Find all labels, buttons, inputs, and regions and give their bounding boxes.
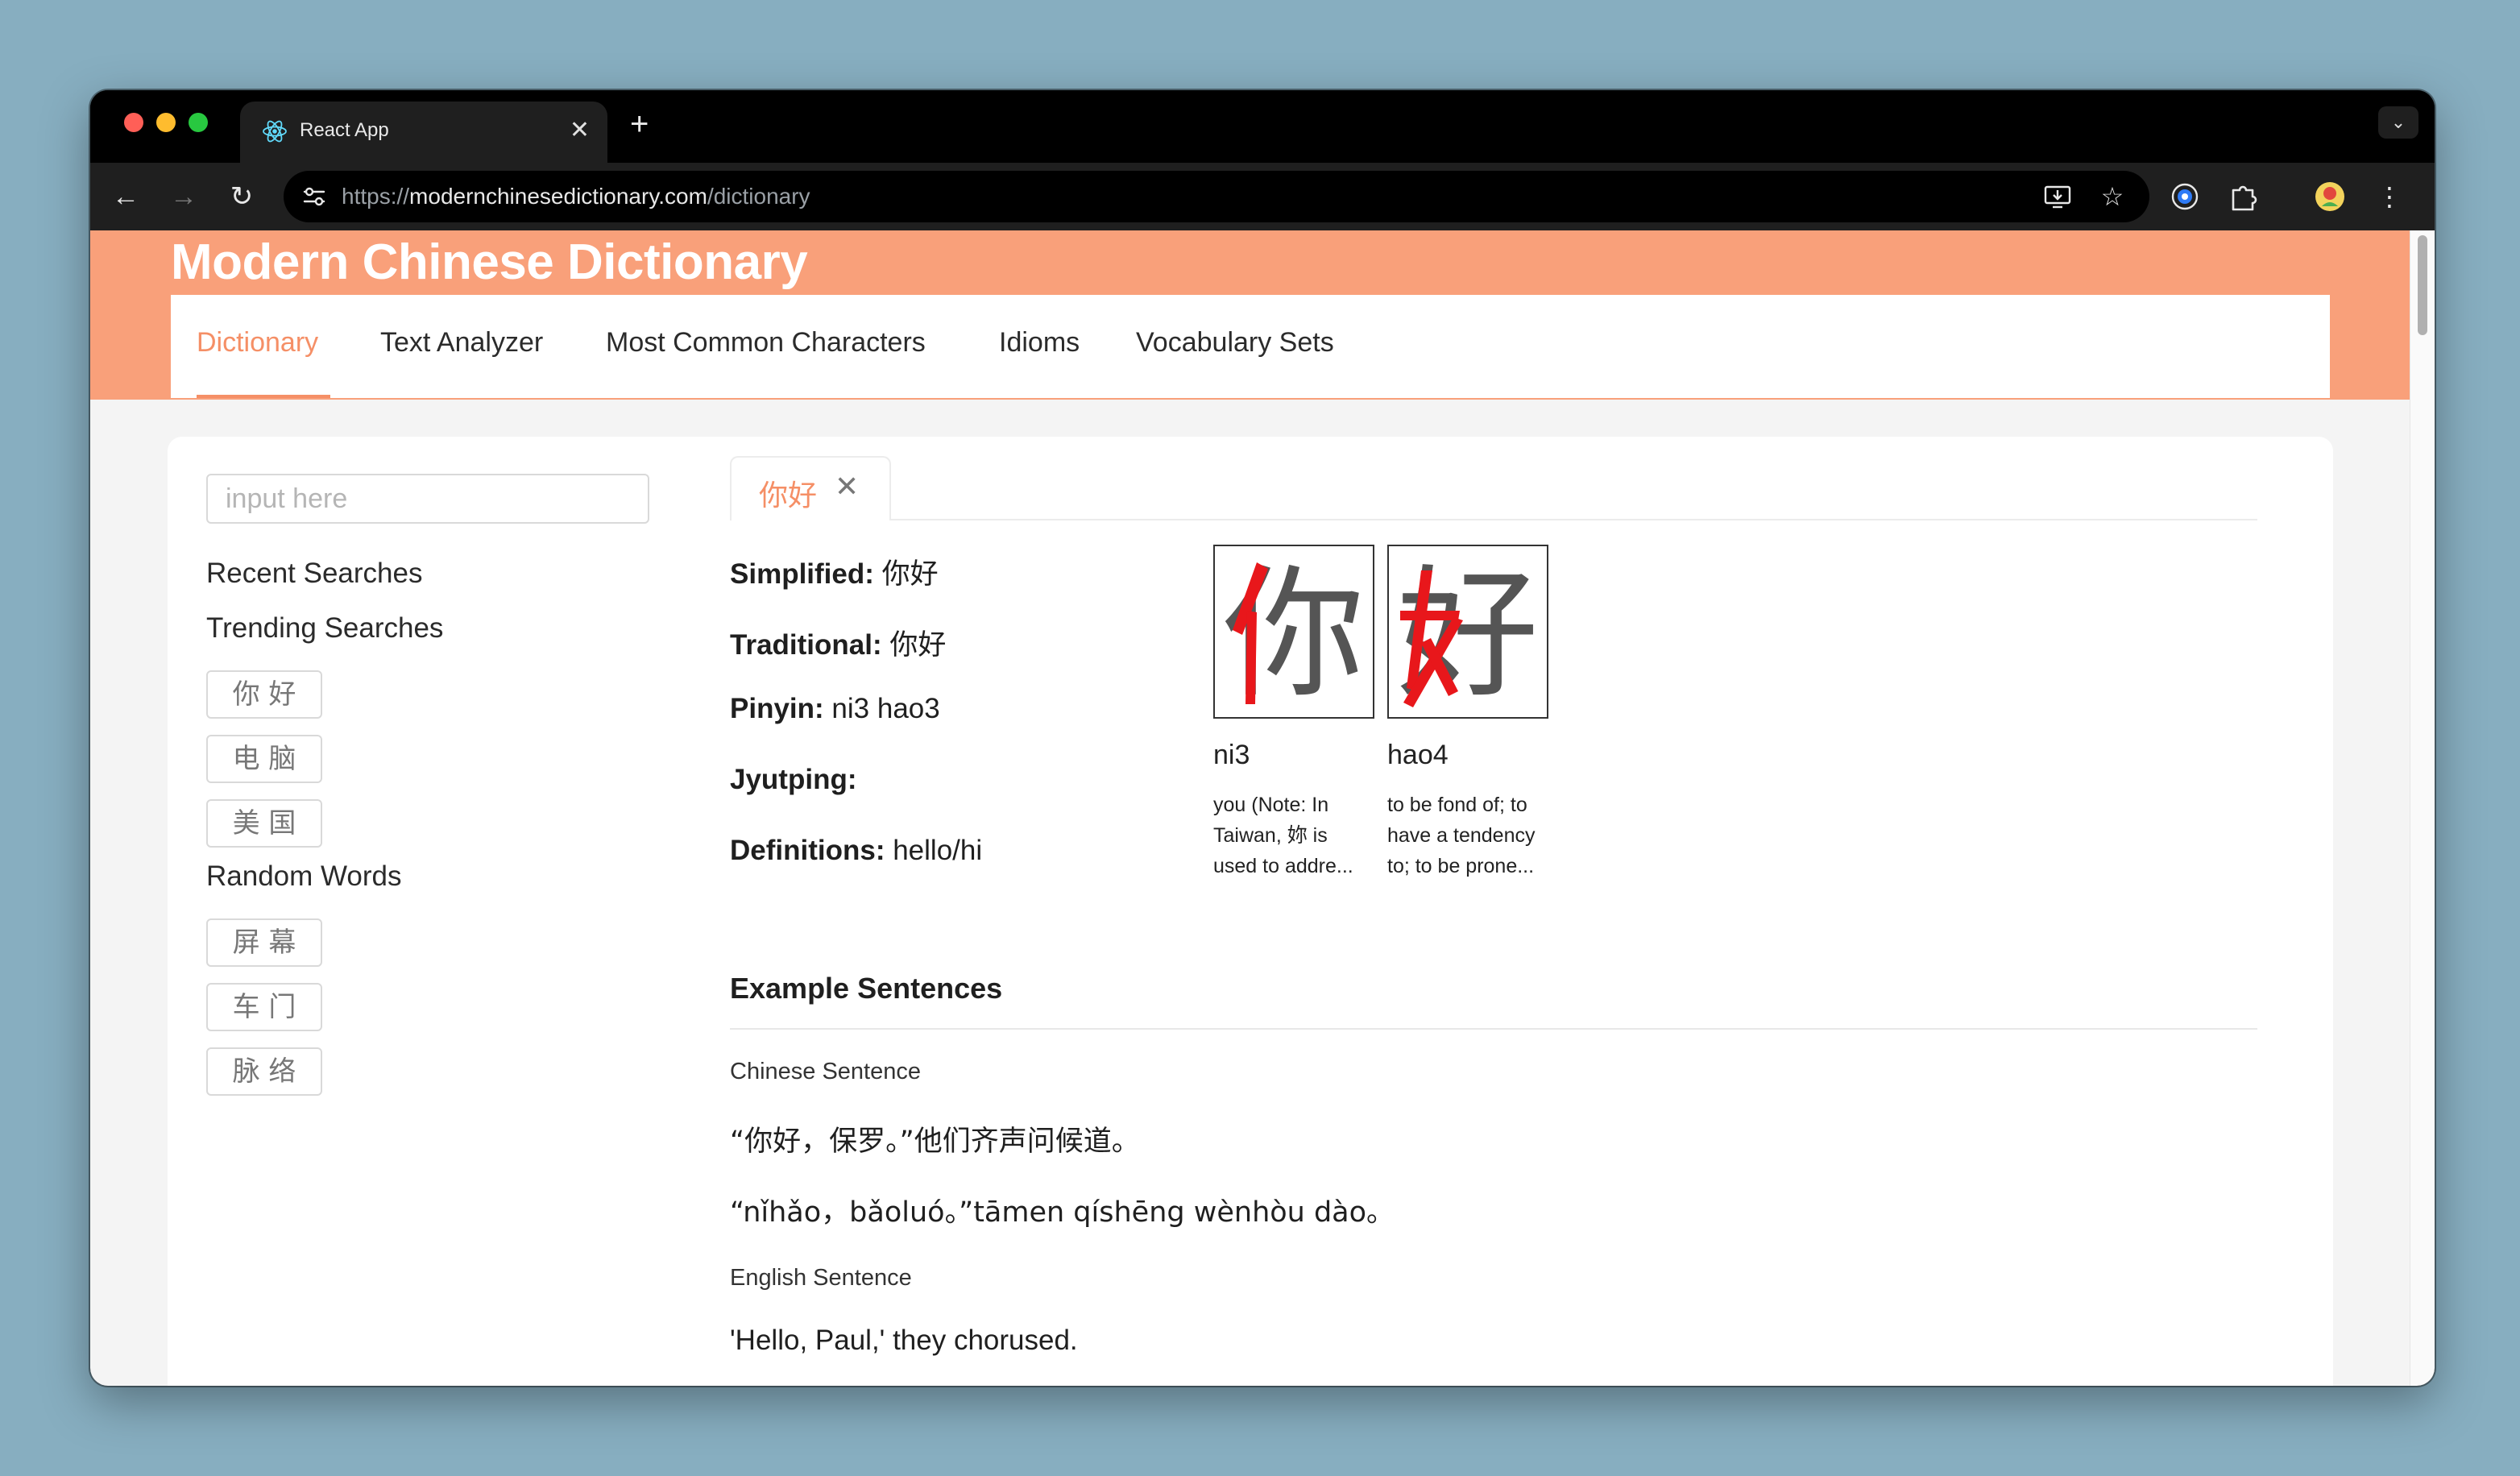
stroke-order-box[interactable]: 你 — [1213, 545, 1374, 719]
new-tab-plus-icon[interactable]: + — [630, 108, 649, 140]
trending-word-chip[interactable]: 电 脑 — [206, 735, 322, 783]
word-tab-label: 你好 — [759, 479, 818, 512]
recent-searches-heading: Recent Searches — [206, 558, 423, 589]
install-app-icon[interactable] — [2041, 180, 2074, 213]
react-favicon-icon — [263, 120, 287, 143]
extension-circle-icon[interactable] — [2166, 177, 2204, 216]
chinese-sentence-label: Chinese Sentence — [730, 1059, 921, 1084]
nav-vocabulary-sets[interactable]: Vocabulary Sets — [1136, 327, 1334, 359]
extensions-puzzle-icon[interactable] — [2224, 177, 2262, 216]
tab-close-icon[interactable]: ✕ — [570, 114, 590, 147]
close-window-button[interactable] — [124, 113, 143, 132]
definitions-label: Definitions: — [730, 835, 885, 866]
page-content: Modern Chinese Dictionary Dictionary Tex… — [90, 230, 2410, 1386]
character-definition: you (Note: In Taiwan, 妳 is used to addre… — [1213, 790, 1379, 881]
traditional-label: Traditional: — [730, 629, 882, 661]
tab-strip: React App ✕ + ⌄ — [90, 90, 2435, 163]
definition-line: used to addre... — [1213, 855, 1353, 877]
browser-window: React App ✕ + ⌄ ← → ↻ https://modernchin… — [90, 90, 2435, 1386]
english-sentence-label: English Sentence — [730, 1265, 912, 1291]
site-header: Modern Chinese Dictionary Dictionary Tex… — [90, 230, 2410, 400]
random-word-chip[interactable]: 车 门 — [206, 983, 322, 1031]
simplified-value: 你好 — [881, 558, 939, 591]
character-pinyin: ni3 — [1213, 740, 1250, 770]
nav-dictionary[interactable]: Dictionary — [197, 327, 318, 359]
pinyin-label: Pinyin: — [730, 693, 824, 724]
forward-arrow-icon[interactable]: → — [161, 174, 206, 219]
definition-line: Taiwan, 妳 is — [1213, 824, 1328, 847]
stroke-character-svg: 你 — [1223, 552, 1365, 717]
kebab-menu-icon[interactable]: ⋮ — [2370, 177, 2409, 216]
random-word-chip[interactable]: 屏 幕 — [206, 918, 322, 967]
simplified-label: Simplified: — [730, 558, 874, 590]
search-input[interactable] — [206, 474, 649, 524]
dictionary-card: Recent Searches Trending Searches 你 好 电 … — [168, 437, 2333, 1386]
browser-toolbar: ← → ↻ https://modernchinesedictionary.co… — [90, 163, 2435, 230]
address-bar[interactable]: https://modernchinesedictionary.com/dict… — [284, 171, 2149, 222]
trending-searches-heading: Trending Searches — [206, 612, 444, 644]
definition-line: you (Note: In — [1213, 794, 1329, 816]
definition-line: to be fond of; to — [1387, 794, 1527, 816]
back-arrow-icon[interactable]: ← — [103, 174, 148, 219]
definitions-field: Definitions: hello/hi — [730, 835, 982, 867]
traditional-field: Traditional: 你好 — [730, 622, 946, 663]
english-sentence: 'Hello, Paul,' they chorused. — [730, 1325, 1078, 1356]
definition-line: to; to be prone... — [1387, 855, 1535, 877]
main-nav: Dictionary Text Analyzer Most Common Cha… — [171, 295, 2330, 398]
tab-title: React App — [300, 119, 389, 141]
pinyin-sentence: “nǐhǎo，bǎoluó。”tāmen qíshēng wènhòu dào。 — [730, 1196, 1395, 1229]
nav-text-analyzer[interactable]: Text Analyzer — [380, 327, 543, 359]
definitions-value: hello/hi — [893, 835, 983, 866]
jyutping-label: Jyutping: — [730, 764, 857, 795]
maximize-window-button[interactable] — [189, 113, 208, 132]
stroke-character-svg: 好 — [1397, 552, 1539, 717]
url-path: /dictionary — [707, 184, 810, 209]
trending-word-chip[interactable]: 美 国 — [206, 799, 322, 848]
url-text[interactable]: https://modernchinesedictionary.com/dict… — [342, 184, 810, 209]
reload-icon[interactable]: ↻ — [219, 174, 264, 219]
trending-word-chip[interactable]: 你 好 — [206, 670, 322, 719]
word-tab[interactable]: 你好 ✕ — [730, 456, 891, 520]
stroke-character-base: 你 — [1223, 552, 1365, 717]
minimize-window-button[interactable] — [156, 113, 176, 132]
avatar[interactable] — [2311, 177, 2349, 216]
example-sentences-heading: Example Sentences — [730, 972, 1003, 1005]
character-pinyin: hao4 — [1387, 740, 1449, 770]
bookmark-star-icon[interactable]: ☆ — [2096, 180, 2128, 213]
page-scrollbar[interactable] — [2410, 230, 2435, 1386]
nav-idioms[interactable]: Idioms — [999, 327, 1080, 359]
nav-most-common-characters[interactable]: Most Common Characters — [606, 327, 926, 359]
browser-tab[interactable]: React App ✕ — [240, 102, 607, 163]
pinyin-value: ni3 hao3 — [831, 693, 940, 724]
word-tabs-divider — [730, 519, 2257, 520]
chinese-sentence: “你好，保罗。”他们齐声问候道。 — [730, 1126, 1140, 1158]
section-divider — [730, 1028, 2257, 1030]
site-title: Modern Chinese Dictionary — [171, 234, 808, 290]
simplified-field: Simplified: 你好 — [730, 551, 939, 592]
site-settings-tune-icon[interactable] — [300, 182, 329, 211]
url-host: modernchinesedictionary.com — [409, 184, 707, 209]
jyutping-field: Jyutping: — [730, 764, 856, 796]
close-icon[interactable]: ✕ — [835, 469, 859, 504]
random-word-chip[interactable]: 脉 络 — [206, 1047, 322, 1096]
scrollbar-thumb[interactable] — [2418, 235, 2427, 335]
active-tab-indicator — [197, 395, 330, 398]
random-words-heading: Random Words — [206, 860, 402, 892]
pinyin-field: Pinyin: ni3 hao3 — [730, 693, 940, 725]
tab-search-chevron-down-icon[interactable]: ⌄ — [2378, 106, 2418, 139]
url-scheme: https:// — [342, 184, 410, 209]
traditional-value: 你好 — [889, 629, 947, 661]
stroke-order-box[interactable]: 好 — [1387, 545, 1548, 719]
character-definition: to be fond of; to have a tendency to; to… — [1387, 790, 1553, 881]
definition-line: have a tendency — [1387, 824, 1536, 847]
